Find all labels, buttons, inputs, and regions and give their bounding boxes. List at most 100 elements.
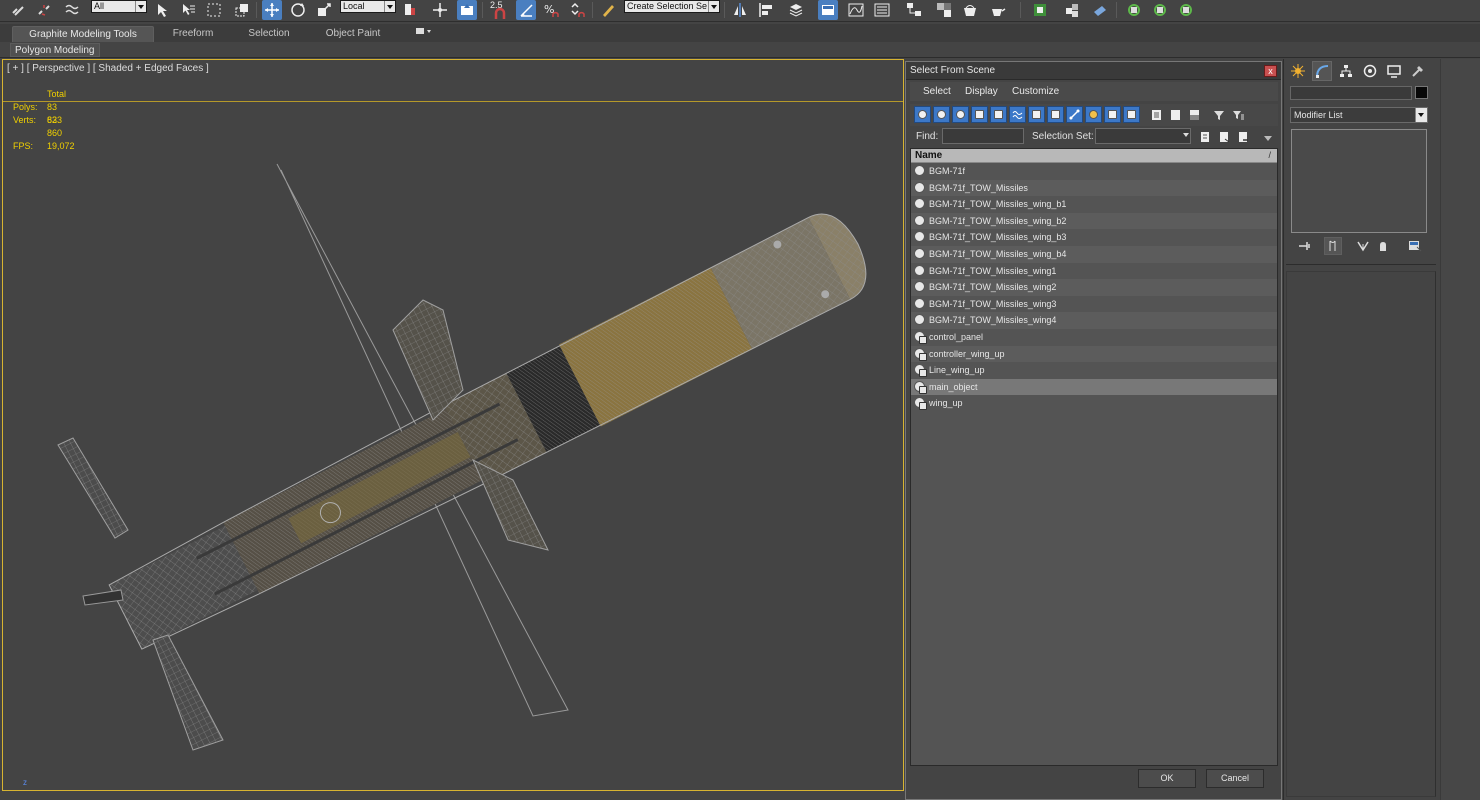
list-item[interactable]: BGM-71f_TOW_Missiles <box>911 179 1277 197</box>
pin-stack-icon[interactable] <box>1296 237 1314 255</box>
dope-sheet-icon[interactable] <box>872 0 892 20</box>
modifier-stack[interactable] <box>1291 129 1427 233</box>
percent-snap-icon[interactable]: % <box>541 0 561 20</box>
filter-options-icon[interactable] <box>1229 106 1246 123</box>
filter-bones-icon[interactable] <box>1066 106 1083 123</box>
material-editor-icon[interactable] <box>934 0 954 20</box>
selection-set-add-icon[interactable] <box>1197 128 1214 145</box>
filter-space-warps-icon[interactable] <box>1009 106 1026 123</box>
list-item[interactable]: BGM-71f_TOW_Missiles_wing3 <box>911 296 1277 313</box>
curve-editor-icon[interactable] <box>846 0 866 20</box>
list-item[interactable]: BGM-71f_TOW_Missiles_wing4 <box>911 312 1277 329</box>
filter-funnel-icon[interactable] <box>1210 106 1227 123</box>
keyboard-shortcut-toggle-icon[interactable] <box>457 0 477 20</box>
layer-manager-icon[interactable] <box>786 0 806 20</box>
selection-set-edit-icon[interactable] <box>1216 128 1233 145</box>
selection-filter-dropdown[interactable]: All <box>91 0 147 13</box>
pivot-center-icon[interactable] <box>400 0 420 20</box>
find-input[interactable] <box>942 128 1024 144</box>
edit-named-selection-icon[interactable] <box>598 0 618 20</box>
filter-lights-icon[interactable] <box>952 106 969 123</box>
list-item[interactable]: BGM-71f_TOW_Missiles_wing_b3 <box>911 229 1277 246</box>
list-item[interactable]: control_panel <box>911 329 1277 346</box>
create-icon[interactable] <box>1288 61 1308 81</box>
bind-space-warp-icon[interactable] <box>62 0 82 20</box>
perspective-viewport[interactable]: [ + ] [ Perspective ] [ Shaded + Edged F… <box>2 59 904 791</box>
filter-helpers-icon[interactable] <box>990 106 1007 123</box>
custom-tool-b-icon[interactable] <box>1062 0 1082 20</box>
list-item[interactable]: controller_wing_up <box>911 345 1277 363</box>
scale-icon[interactable] <box>314 0 334 20</box>
utilities-icon[interactable] <box>1408 61 1428 81</box>
selection-set-dropdown[interactable] <box>1095 128 1191 144</box>
spinner-snap-icon[interactable] <box>567 0 587 20</box>
object-color-swatch[interactable] <box>1415 86 1428 99</box>
tab-graphite-modeling-tools[interactable]: Graphite Modeling Tools <box>12 26 154 42</box>
list-item[interactable]: BGM-71f_TOW_Missiles_wing2 <box>911 279 1277 296</box>
modifier-list-dropdown[interactable]: Modifier List <box>1290 107 1428 123</box>
list-item[interactable]: BGM-71f <box>911 163 1277 180</box>
modify-icon[interactable] <box>1312 61 1332 81</box>
list-item[interactable]: BGM-71f_TOW_Missiles_wing_b1 <box>911 196 1277 213</box>
display-icon[interactable] <box>1384 61 1404 81</box>
motion-icon[interactable] <box>1360 61 1380 81</box>
render-frame-icon[interactable] <box>988 0 1008 20</box>
ribbon-options-icon[interactable] <box>412 26 436 42</box>
list-item[interactable]: BGM-71f_TOW_Missiles_wing_b4 <box>911 246 1277 263</box>
custom-tool-a-icon[interactable] <box>1030 0 1050 20</box>
scene-object-list[interactable]: Name / BGM-71f BGM-71f_TOW_Missiles BGM-71… <box>910 148 1278 766</box>
selection-set-remove-icon[interactable] <box>1235 128 1252 145</box>
object-name-field[interactable] <box>1290 86 1412 100</box>
list-item[interactable]: wing_up <box>911 395 1277 412</box>
schematic-view-icon[interactable] <box>904 0 924 20</box>
ok-button[interactable]: OK <box>1138 769 1196 788</box>
render-setup-icon[interactable] <box>960 0 980 20</box>
filter-groups-icon[interactable] <box>1028 106 1045 123</box>
tab-object-paint[interactable]: Object Paint <box>318 26 388 42</box>
make-unique-icon[interactable] <box>1354 237 1372 255</box>
select-manipulate-icon[interactable] <box>430 0 450 20</box>
list-item[interactable]: BGM-71f_TOW_Missiles_wing1 <box>911 263 1277 280</box>
cancel-button[interactable]: Cancel <box>1206 769 1264 788</box>
configure-modifier-sets-icon[interactable] <box>1406 237 1424 255</box>
show-end-result-icon[interactable] <box>1324 237 1342 255</box>
close-icon[interactable]: x <box>1264 65 1277 77</box>
tab-freeform[interactable]: Freeform <box>162 26 224 42</box>
menu-display[interactable]: Display <box>965 86 998 97</box>
options-chevron-icon[interactable] <box>1259 130 1276 147</box>
menu-select[interactable]: Select <box>923 86 951 97</box>
custom-tool-f-icon[interactable] <box>1176 0 1196 20</box>
display-none-icon[interactable] <box>1167 106 1184 123</box>
dialog-titlebar[interactable]: Select From Scene x <box>906 62 1281 80</box>
filter-containers-icon[interactable] <box>1085 106 1102 123</box>
list-item[interactable]: main_object <box>911 378 1277 396</box>
display-invert-icon[interactable] <box>1186 106 1203 123</box>
named-selection-sets-dropdown[interactable]: Create Selection Se <box>624 0 720 13</box>
ref-coord-dropdown[interactable]: Local <box>340 0 396 13</box>
filter-xrefs-icon[interactable] <box>1047 106 1064 123</box>
link-icon[interactable] <box>8 0 28 20</box>
list-item[interactable]: BGM-71f_TOW_Missiles_wing_b2 <box>911 212 1277 230</box>
custom-tool-c-icon[interactable] <box>1090 0 1110 20</box>
move-icon[interactable] <box>262 0 282 20</box>
unlink-icon[interactable] <box>34 0 54 20</box>
rotate-icon[interactable] <box>288 0 308 20</box>
graphite-toggle-icon[interactable] <box>818 0 838 20</box>
window-crossing-icon[interactable] <box>232 0 252 20</box>
select-object-icon[interactable] <box>152 0 172 20</box>
filter-shapes-icon[interactable] <box>933 106 950 123</box>
polygon-modeling-panel[interactable]: Polygon Modeling <box>10 43 100 57</box>
menu-customize[interactable]: Customize <box>1012 86 1059 97</box>
mirror-icon[interactable] <box>730 0 750 20</box>
display-all-icon[interactable] <box>1148 106 1165 123</box>
column-header-name[interactable]: Name / <box>911 149 1277 163</box>
tab-selection[interactable]: Selection <box>238 26 300 42</box>
list-item[interactable]: Line_wing_up <box>911 362 1277 379</box>
hierarchy-icon[interactable] <box>1336 61 1356 81</box>
angle-snap-icon[interactable] <box>516 0 536 20</box>
select-by-name-icon[interactable] <box>178 0 198 20</box>
rect-region-icon[interactable] <box>204 0 224 20</box>
filter-frozen-icon[interactable] <box>1104 106 1121 123</box>
custom-tool-d-icon[interactable] <box>1124 0 1144 20</box>
snaps-toggle-icon[interactable] <box>490 3 510 23</box>
